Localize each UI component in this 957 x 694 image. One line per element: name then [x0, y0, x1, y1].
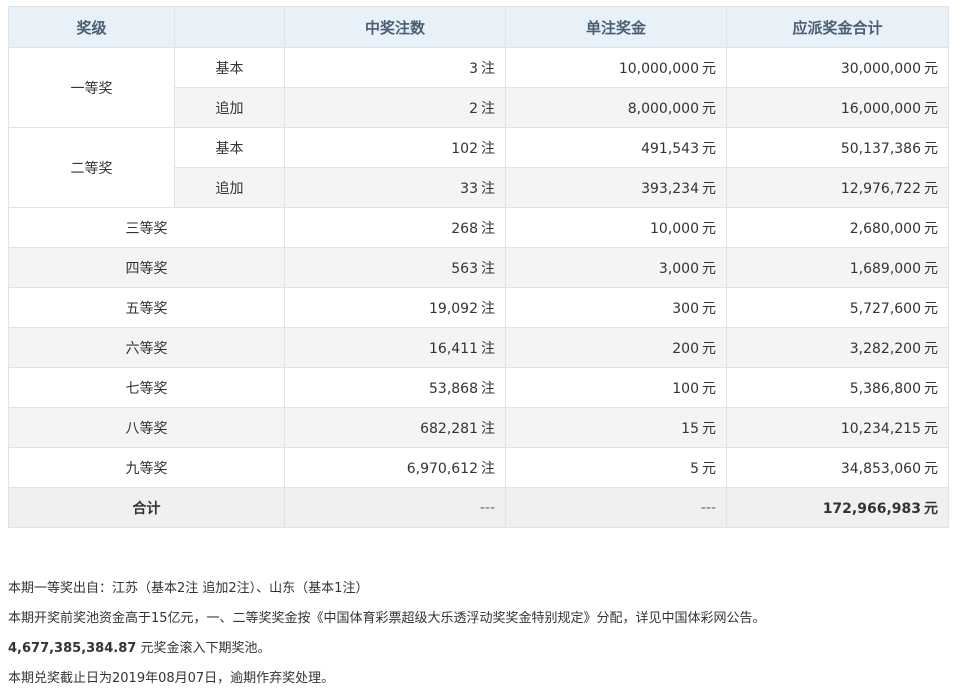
- header-total: 应派奖金合计: [726, 6, 949, 48]
- table-row: 三等奖 268 注 10,000 元 2,680,000 元: [8, 207, 949, 248]
- total-cell: 5,727,600 元: [726, 287, 949, 328]
- total-cell: 5,386,800 元: [726, 367, 949, 408]
- level-label: 一等奖: [8, 47, 175, 128]
- note-deadline: 本期兑奖截止日为2019年08月07日，逾期作弃奖处理。: [8, 671, 335, 686]
- count-cell: 6,970,612 注: [284, 447, 506, 488]
- count-cell: 19,092 注: [284, 287, 506, 328]
- count-cell: 3注: [284, 47, 506, 88]
- total-label: 合计: [8, 487, 285, 528]
- unit-prize-cell: 393,234 元: [505, 167, 727, 208]
- level-label: 三等奖: [8, 207, 285, 248]
- unit-prize-cell: 3,000 元: [505, 247, 727, 288]
- unit-prize-cell: 10,000 元: [505, 207, 727, 248]
- grand-total-cell: 172,966,983 元: [726, 487, 949, 528]
- unit-prize-cell: 10,000,000 元: [505, 47, 727, 88]
- level-label: 四等奖: [8, 247, 285, 288]
- table-header-row: 奖级 中奖注数 单注奖金 应派奖金合计: [8, 6, 949, 48]
- table-row: 六等奖 16,411 注 200 元 3,282,200 元: [8, 327, 949, 368]
- prize-table: 奖级 中奖注数 单注奖金 应派奖金合计 一等奖 基本 3注 10,000,000…: [8, 6, 949, 528]
- level-label: 二等奖: [8, 127, 175, 208]
- unit-prize-cell: 8,000,000 元: [505, 87, 727, 128]
- level-label: 六等奖: [8, 327, 285, 368]
- sub-level-label: 基本: [174, 127, 285, 168]
- unit-prize-cell: 300 元: [505, 287, 727, 328]
- unit-prize-cell: 5元: [505, 447, 727, 488]
- count-cell: 2注: [284, 87, 506, 128]
- sub-level-label: 追加: [174, 167, 285, 208]
- table-row: 九等奖 6,970,612 注 5元 34,853,060 元: [8, 447, 949, 488]
- note-rollover: 4,677,385,384.87 元奖金滚入下期奖池。: [8, 641, 271, 656]
- unit-prize-cell: 491,543 元: [505, 127, 727, 168]
- header-level: 奖级: [8, 6, 175, 48]
- rollover-amount: 4,677,385,384.87: [8, 641, 137, 656]
- unit-prize-cell: 200 元: [505, 327, 727, 368]
- sub-level-label: 基本: [174, 47, 285, 88]
- count-cell: 33 注: [284, 167, 506, 208]
- level-label: 八等奖: [8, 407, 285, 448]
- count-cell: 16,411 注: [284, 327, 506, 368]
- level-label: 七等奖: [8, 367, 285, 408]
- level-label: 九等奖: [8, 447, 285, 488]
- draw-notes: 本期一等奖出自：江苏（基本2注 追加2注）、山东（基本1注） 本期开奖前奖池资金…: [8, 574, 766, 694]
- unit-prize-cell: 100 元: [505, 367, 727, 408]
- total-row: 合计 --- --- 172,966,983 元: [8, 487, 949, 528]
- unit-prize-cell: 15 元: [505, 407, 727, 448]
- table-row: 七等奖 53,868 注 100 元 5,386,800 元: [8, 367, 949, 408]
- sub-level-label: 追加: [174, 87, 285, 128]
- table-row: 五等奖 19,092 注 300 元 5,727,600 元: [8, 287, 949, 328]
- total-cell: 50,137,386 元: [726, 127, 949, 168]
- count-cell: 268 注: [284, 207, 506, 248]
- total-cell: 1,689,000 元: [726, 247, 949, 288]
- page: 奖级 中奖注数 单注奖金 应派奖金合计 一等奖 基本 3注 10,000,000…: [0, 0, 957, 686]
- note-pool-rule: 本期开奖前奖池资金高于15亿元，一、二等奖奖金按《中国体育彩票超级大乐透浮动奖奖…: [8, 611, 766, 626]
- total-cell: 2,680,000 元: [726, 207, 949, 248]
- count-cell: 682,281 注: [284, 407, 506, 448]
- count-cell: 563 注: [284, 247, 506, 288]
- table-row: 四等奖 563 注 3,000 元 1,689,000 元: [8, 247, 949, 288]
- header-level-sub: [174, 6, 285, 48]
- count-cell: 53,868 注: [284, 367, 506, 408]
- header-count: 中奖注数: [284, 6, 506, 48]
- total-cell: 34,853,060 元: [726, 447, 949, 488]
- total-cell: 16,000,000 元: [726, 87, 949, 128]
- table-row: 八等奖 682,281 注 15 元 10,234,215 元: [8, 407, 949, 448]
- count-cell: 102 注: [284, 127, 506, 168]
- total-cell: 10,234,215 元: [726, 407, 949, 448]
- header-unit-prize: 单注奖金: [505, 6, 727, 48]
- level-label: 五等奖: [8, 287, 285, 328]
- note-first-prize-origin: 本期一等奖出自：江苏（基本2注 追加2注）、山东（基本1注）: [8, 581, 369, 596]
- total-unit-prize-cell: ---: [505, 487, 727, 528]
- total-count-cell: ---: [284, 487, 506, 528]
- table-row: 一等奖 基本 3注 10,000,000 元 30,000,000 元: [8, 47, 949, 128]
- table-row: 二等奖 基本 102 注 491,543 元 50,137,386 元: [8, 127, 949, 208]
- total-cell: 12,976,722 元: [726, 167, 949, 208]
- total-cell: 30,000,000 元: [726, 47, 949, 88]
- total-cell: 3,282,200 元: [726, 327, 949, 368]
